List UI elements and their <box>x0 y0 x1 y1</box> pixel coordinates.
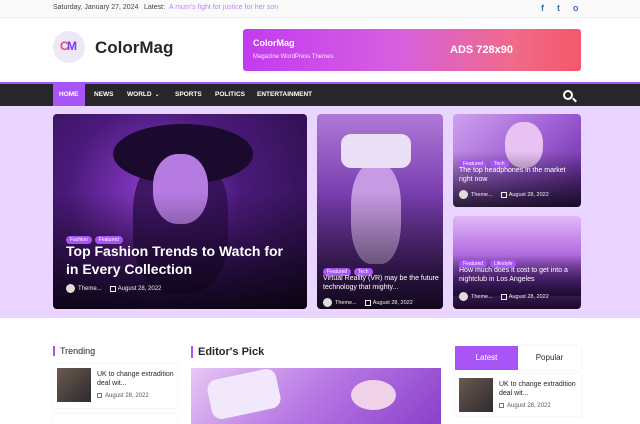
trending-date: August 28, 2022 <box>97 393 149 399</box>
tab-popular[interactable]: Popular <box>518 346 581 370</box>
latest-item[interactable]: UK to change extradition deal wit... Aug… <box>455 374 581 416</box>
sidebar-tabs: Latest Popular <box>455 346 581 370</box>
author-avatar <box>459 292 468 301</box>
top-bar: Saturday, January 27, 2024 Latest: A mum… <box>0 0 640 18</box>
featured-post-main[interactable]: Fashion Featured Top Fashion Trends to Wa… <box>53 114 307 309</box>
latest-title[interactable]: UK to change extradition deal wit... <box>499 380 579 398</box>
nav-sports[interactable]: Sports <box>169 84 208 106</box>
post-date[interactable]: August 28, 2022 <box>509 192 549 198</box>
featured-post-right-top[interactable]: Featured Tech The top headphones in the m… <box>453 114 581 207</box>
editors-pick-image[interactable] <box>191 368 441 424</box>
featured-posts: Fashion Featured Top Fashion Trends to Wa… <box>0 106 640 318</box>
site-header: C M ColorMag ColorMag Magazine WordPress… <box>0 18 640 82</box>
post-date[interactable]: August 28, 2022 <box>118 286 162 292</box>
nav-world[interactable]: World ⌄ <box>121 84 166 106</box>
main-navigation: Home News World ⌄ Sports Politics Enterta… <box>0 82 640 106</box>
image-shape <box>351 380 396 410</box>
calendar-icon <box>97 393 102 398</box>
facebook-icon[interactable]: f <box>541 3 544 13</box>
instagram-icon[interactable]: o <box>573 3 579 13</box>
latest-ticker-link[interactable]: A mum's fight for justice for her son <box>169 4 278 11</box>
ad-size: ADS 728x90 <box>450 44 513 56</box>
trending-item[interactable]: UK to change extradition deal wit... Aug… <box>53 364 177 408</box>
calendar-icon <box>364 299 371 306</box>
post-author[interactable]: Theme... <box>471 192 493 198</box>
post-date[interactable]: August 28, 2022 <box>509 294 549 300</box>
nav-home[interactable]: Home <box>53 84 85 106</box>
site-logo[interactable]: C M <box>53 31 85 63</box>
latest-thumbnail[interactable] <box>459 378 493 412</box>
tab-latest[interactable]: Latest <box>455 346 518 370</box>
search-icon[interactable] <box>563 90 573 100</box>
trending-thumbnail[interactable] <box>57 368 91 402</box>
calendar-icon <box>500 191 507 198</box>
trending-item[interactable] <box>53 414 177 424</box>
trending-heading: Trending <box>53 346 95 356</box>
latest-date: August 28, 2022 <box>499 403 551 409</box>
post-author[interactable]: Theme... <box>78 286 102 292</box>
nav-politics[interactable]: Politics <box>209 84 251 106</box>
trending-title[interactable]: UK to change extradition deal wit... <box>97 370 177 388</box>
post-author[interactable]: Theme... <box>471 294 493 300</box>
nav-world-label: World <box>127 91 152 98</box>
calendar-icon <box>499 403 504 408</box>
ad-subtitle: Magazine WordPress Themes <box>253 54 334 60</box>
post-date[interactable]: August 28, 2022 <box>373 300 413 306</box>
header-ad-banner[interactable]: ColorMag Magazine WordPress Themes ADS 7… <box>243 29 581 71</box>
editors-pick-heading: Editor's Pick <box>191 346 264 358</box>
site-title[interactable]: ColorMag <box>95 38 173 58</box>
post-meta: Theme... August 28, 2022 <box>459 292 549 301</box>
logo-letter-m: M <box>67 39 77 53</box>
trending-date-text[interactable]: August 28, 2022 <box>105 393 149 399</box>
image-overlay <box>53 114 307 309</box>
chevron-down-icon: ⌄ <box>154 92 160 98</box>
featured-post-middle[interactable]: Featured Tech Virtual Reality (VR) may be… <box>317 114 443 309</box>
calendar-icon <box>500 293 507 300</box>
post-title[interactable]: Top Fashion Trends to Watch for in Every… <box>66 242 296 278</box>
image-shape <box>205 368 283 421</box>
nav-entertainment[interactable]: Entertainment <box>251 84 318 106</box>
ad-title: ColorMag <box>253 38 295 48</box>
author-avatar <box>323 298 332 307</box>
twitter-icon[interactable]: t <box>557 3 560 13</box>
author-avatar <box>66 284 75 293</box>
post-title[interactable]: Virtual Reality (VR) may be the future t… <box>323 274 439 292</box>
post-meta: Theme... August 28, 2022 <box>459 190 549 199</box>
post-meta: Theme... August 28, 2022 <box>323 298 413 307</box>
post-title[interactable]: How much does it cost to get into a nigh… <box>459 266 577 284</box>
post-title[interactable]: The top headphones in the market right n… <box>459 166 577 184</box>
latest-label: Latest: <box>144 4 166 11</box>
featured-post-right-bottom[interactable]: Featured Lifestyle How much does it cost … <box>453 216 581 309</box>
current-date: Saturday, January 27, 2024 <box>53 4 139 11</box>
latest-date-text[interactable]: August 28, 2022 <box>507 403 551 409</box>
author-avatar <box>459 190 468 199</box>
calendar-icon <box>109 285 116 292</box>
post-author[interactable]: Theme... <box>335 300 357 306</box>
nav-news[interactable]: News <box>88 84 120 106</box>
post-meta: Theme... August 28, 2022 <box>66 284 161 293</box>
